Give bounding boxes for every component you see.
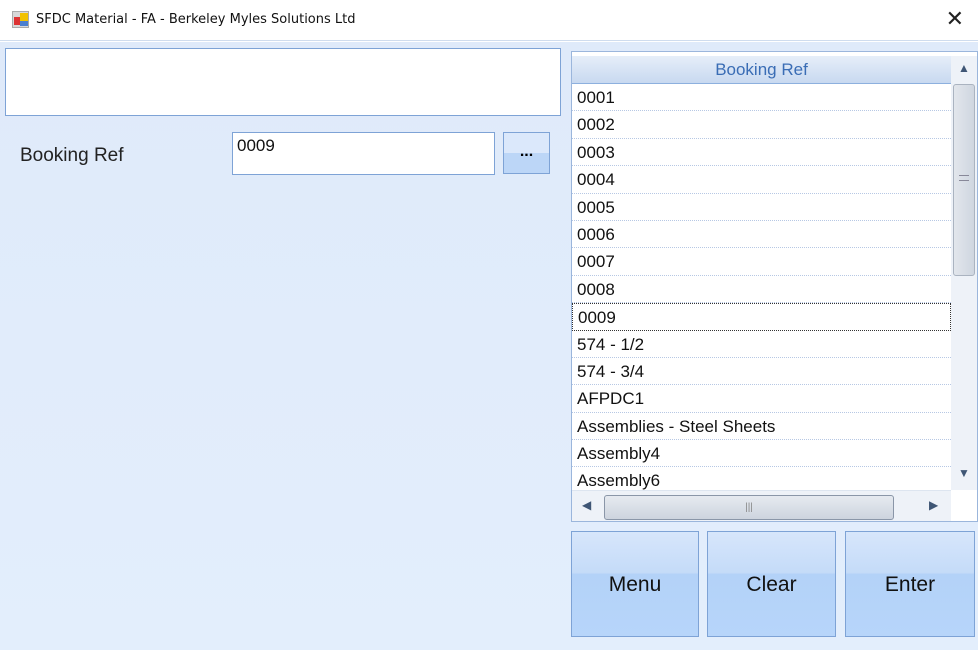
scroll-down-icon[interactable]: ▼: [958, 466, 970, 480]
booking-ref-grid: Booking Ref 0001 0002 0003 0004 0005 0006 0007…: [571, 51, 978, 522]
grid-row[interactable]: 0002: [572, 111, 951, 139]
grid-row[interactable]: 0009: [572, 303, 951, 331]
booking-ref-input[interactable]: 0009: [232, 132, 495, 175]
grid-row[interactable]: Assemblies - Steel Sheets: [572, 413, 951, 441]
horizontal-scrollbar[interactable]: ◀ ||| ▶: [572, 490, 951, 521]
grid-row[interactable]: 0007: [572, 248, 951, 276]
vertical-scroll-thumb[interactable]: [953, 84, 975, 276]
app-icon: [12, 11, 29, 28]
title-bar: SFDC Material - FA - Berkeley Myles Solu…: [0, 0, 978, 41]
clear-button[interactable]: Clear: [707, 531, 836, 637]
vertical-scrollbar[interactable]: ▲ ▼: [951, 56, 977, 490]
grid-row[interactable]: 0008: [572, 276, 951, 304]
horizontal-scroll-thumb[interactable]: |||: [604, 495, 894, 520]
grid-row[interactable]: 0003: [572, 139, 951, 167]
grid-row[interactable]: Assembly4: [572, 440, 951, 468]
grid-row[interactable]: 574 - 1/2: [572, 331, 951, 358]
scroll-right-icon[interactable]: ▶: [929, 498, 938, 512]
message-box: [5, 48, 561, 116]
grid-row[interactable]: 0005: [572, 194, 951, 221]
client-area: Booking Ref 0009 ... Booking Ref 0001 000…: [0, 42, 978, 650]
menu-button[interactable]: Menu: [571, 531, 699, 637]
scroll-up-icon[interactable]: ▲: [958, 61, 970, 75]
grid-row[interactable]: AFPDC1: [572, 385, 951, 413]
grid-rows: 0001 0002 0003 0004 0005 0006 0007 0008 0009 574 …: [572, 84, 951, 495]
grid-header[interactable]: Booking Ref: [572, 56, 951, 84]
grid-row[interactable]: 0004: [572, 166, 951, 194]
scroll-left-icon[interactable]: ◀: [582, 498, 591, 512]
booking-ref-label: Booking Ref: [20, 145, 124, 166]
enter-button[interactable]: Enter: [845, 531, 975, 637]
browse-button[interactable]: ...: [503, 132, 550, 174]
grid-row[interactable]: 0006: [572, 221, 951, 249]
grid-row[interactable]: 574 - 3/4: [572, 358, 951, 386]
window-title: SFDC Material - FA - Berkeley Myles Solu…: [36, 12, 356, 27]
grid-row[interactable]: 0001: [572, 84, 951, 112]
close-icon[interactable]: ✕: [946, 7, 964, 32]
